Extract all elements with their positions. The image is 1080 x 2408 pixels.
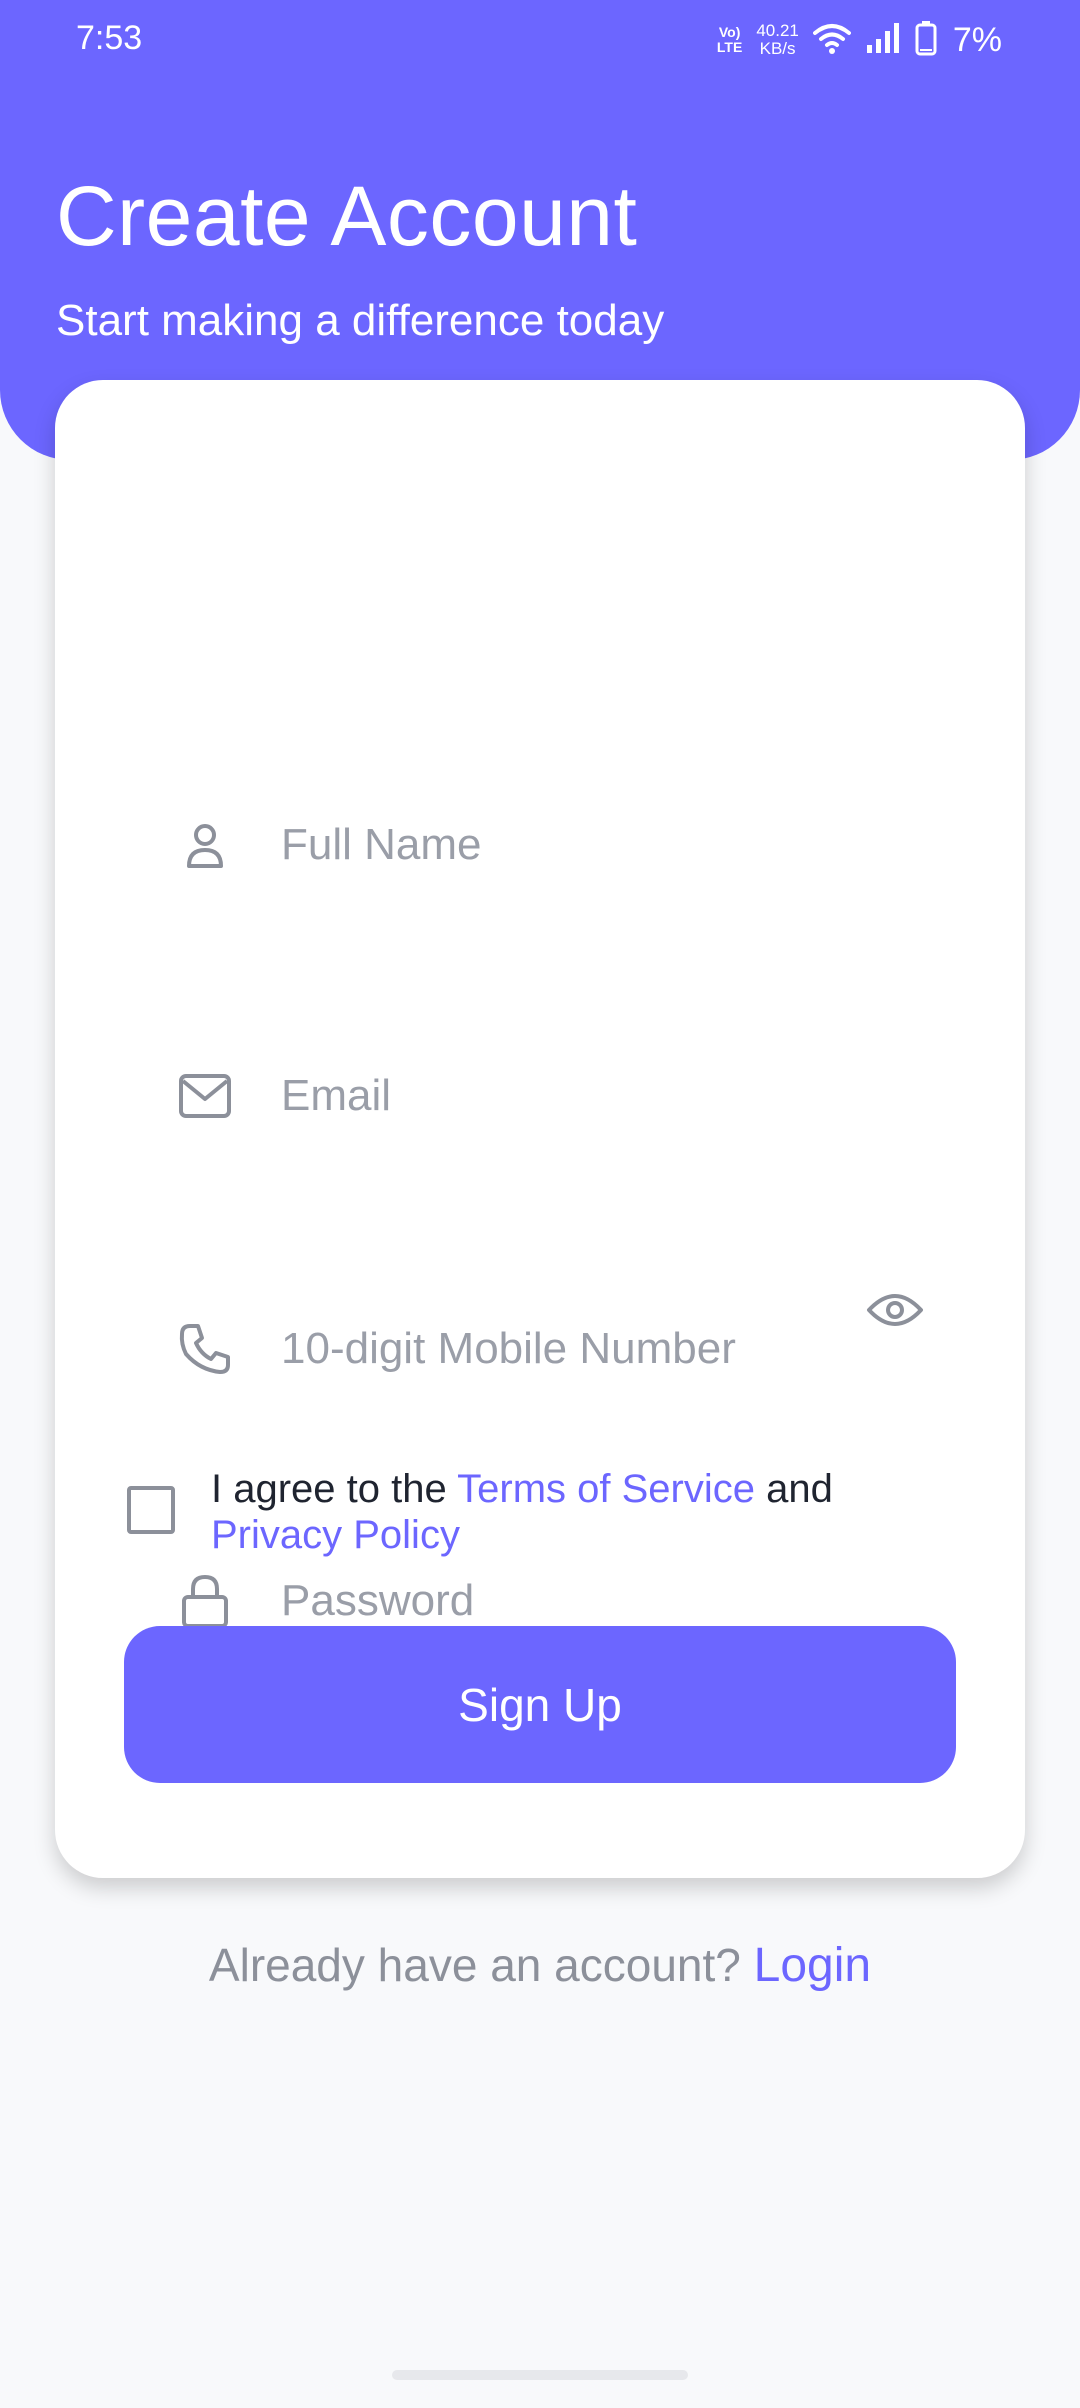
full-name-input[interactable] <box>281 820 881 870</box>
login-link[interactable]: Login <box>754 1939 871 1992</box>
terms-checkbox[interactable] <box>127 1486 175 1534</box>
login-prompt-text: Already have an account? <box>208 1939 754 1991</box>
terms-of-service-link[interactable]: Terms of Service <box>457 1467 755 1511</box>
wifi-icon <box>812 21 851 60</box>
volte-icon: Vo) LTE <box>716 24 743 55</box>
privacy-policy-link[interactable]: Privacy Policy <box>211 1513 460 1557</box>
terms-agreement: I agree to the Terms of Service and Priv… <box>127 1466 987 1558</box>
status-indicators: Vo) LTE 40.21 KB/s 7% <box>717 16 1002 64</box>
mobile-input[interactable] <box>281 1324 881 1374</box>
home-indicator[interactable] <box>392 2370 688 2380</box>
phone-icon <box>165 1309 245 1389</box>
signal-icon <box>865 21 901 60</box>
battery-icon <box>915 20 937 61</box>
status-bar: 7:53 Vo) LTE 40.21 KB/s 7% <box>0 0 1080 80</box>
page-subtitle: Start making a difference today <box>56 296 665 345</box>
email-field[interactable] <box>165 1041 965 1151</box>
login-prompt: Already have an account? Login <box>0 1938 1080 1993</box>
email-input[interactable] <box>281 1071 881 1121</box>
mail-icon <box>165 1056 245 1136</box>
status-time: 7:53 <box>76 19 143 57</box>
password-input[interactable] <box>281 1576 881 1626</box>
person-icon <box>165 805 245 885</box>
agreement-text: I agree to the Terms of Service and Priv… <box>211 1467 833 1557</box>
battery-percent: 7% <box>952 20 1002 59</box>
mobile-field[interactable] <box>165 1294 965 1404</box>
full-name-field[interactable] <box>165 790 965 900</box>
eye-icon[interactable] <box>855 1270 935 1350</box>
sign-up-button[interactable]: Sign Up <box>124 1626 956 1783</box>
network-speed: 40.21 KB/s <box>756 21 799 58</box>
page-title: Create Account <box>56 169 638 263</box>
